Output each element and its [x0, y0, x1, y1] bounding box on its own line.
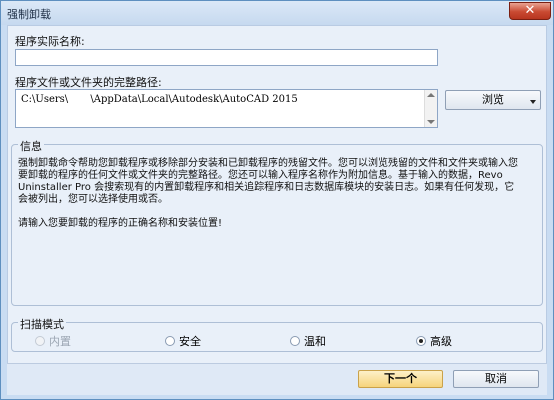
- force-uninstall-window: 强制卸载 ✕ 程序实际名称: 程序文件或文件夹的完整路径: C:\Users\ …: [0, 0, 554, 400]
- program-name-input[interactable]: [15, 49, 438, 66]
- dropdown-arrow-icon: [530, 100, 536, 104]
- scan-mode-builtin-label: 内置: [49, 335, 71, 348]
- scan-mode-title: 扫描模式: [18, 316, 66, 332]
- scan-mode-builtin-radio[interactable]: 内置: [35, 333, 71, 349]
- scan-mode-safe-label: 安全: [179, 335, 201, 348]
- info-group-title: 信息: [18, 138, 44, 154]
- browse-button-label: 浏览: [482, 93, 504, 106]
- scroll-down-arrow-icon[interactable]: [427, 120, 435, 124]
- cancel-button-label: 取消: [485, 372, 507, 385]
- path-value: C:\Users\ \AppData\Local\Autodesk\AutoCA…: [21, 94, 298, 105]
- path-textarea[interactable]: C:\Users\ \AppData\Local\Autodesk\AutoCA…: [15, 89, 438, 128]
- info-paragraph-2: 请输入您要卸载的程序的正确名称和安装位置!: [18, 218, 223, 229]
- scan-mode-group: 扫描模式 内置 安全 温和 高级: [11, 316, 543, 352]
- radio-circle-icon: [35, 336, 45, 346]
- close-button[interactable]: ✕: [509, 2, 551, 20]
- scroll-up-arrow-icon[interactable]: [427, 93, 435, 97]
- radio-checked-icon: [416, 336, 426, 346]
- scan-mode-safe-radio[interactable]: 安全: [165, 333, 201, 349]
- close-icon: ✕: [524, 3, 536, 18]
- radio-circle-icon: [290, 336, 300, 346]
- browse-button[interactable]: 浏览: [445, 90, 541, 110]
- scan-mode-advanced-label: 高级: [430, 335, 452, 348]
- dialog-content: 程序实际名称: 程序文件或文件夹的完整路径: C:\Users\ \AppDat…: [7, 25, 547, 395]
- path-label: 程序文件或文件夹的完整路径:: [15, 76, 162, 89]
- next-button[interactable]: 下一个: [358, 370, 443, 388]
- radio-circle-icon: [165, 336, 175, 346]
- path-scrollbar[interactable]: [424, 90, 437, 127]
- window-title: 强制卸载: [7, 8, 51, 21]
- info-paragraph-1: 强制卸载命令帮助您卸载程序或移除部分安装和已卸载程序的残留文件。您可以浏览残留的…: [18, 158, 518, 205]
- scan-mode-moderate-label: 温和: [304, 335, 326, 348]
- scan-mode-moderate-radio[interactable]: 温和: [290, 333, 326, 349]
- scan-mode-advanced-radio[interactable]: 高级: [416, 333, 452, 349]
- info-text: 强制卸载命令帮助您卸载程序或移除部分安装和已卸载程序的残留文件。您可以浏览残留的…: [18, 158, 520, 230]
- cancel-button[interactable]: 取消: [453, 370, 539, 388]
- dialog-footer: 下一个 取消: [7, 363, 547, 395]
- program-name-label: 程序实际名称:: [15, 35, 85, 48]
- info-group: 信息 强制卸载命令帮助您卸载程序或移除部分安装和已卸载程序的残留文件。您可以浏览…: [11, 138, 543, 306]
- title-bar: 强制卸载 ✕: [1, 1, 553, 25]
- next-button-label: 下一个: [384, 372, 417, 385]
